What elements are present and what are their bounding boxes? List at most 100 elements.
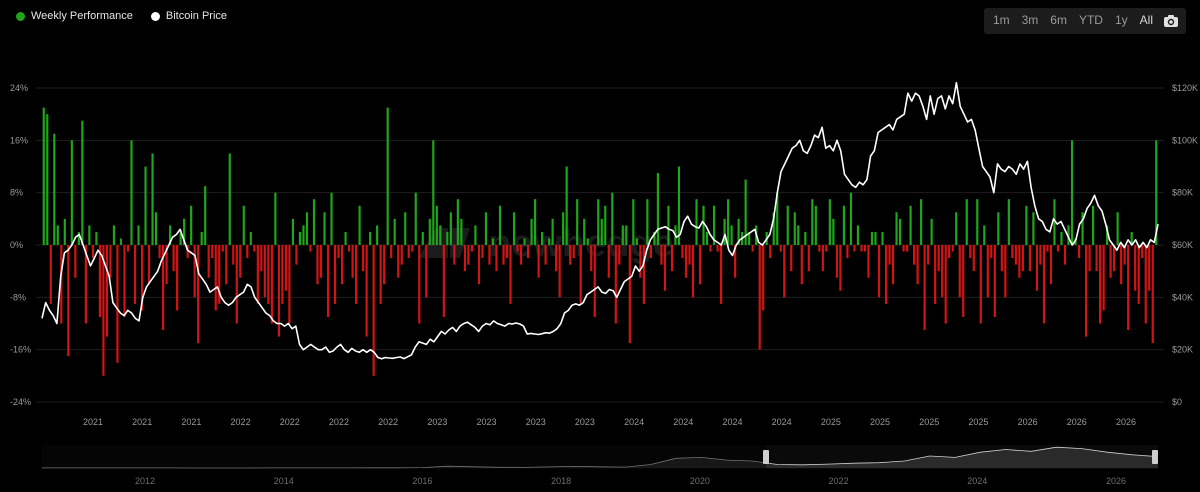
- weekly-bar[interactable]: [281, 245, 284, 304]
- weekly-bar[interactable]: [955, 212, 958, 245]
- weekly-bar[interactable]: [347, 245, 351, 252]
- weekly-bar[interactable]: [453, 245, 456, 265]
- weekly-bar[interactable]: [1127, 245, 1130, 331]
- weekly-bar[interactable]: [758, 245, 761, 350]
- weekly-bar[interactable]: [660, 245, 663, 265]
- weekly-bar[interactable]: [133, 245, 137, 304]
- weekly-bar[interactable]: [147, 245, 151, 285]
- weekly-bar[interactable]: [863, 245, 867, 252]
- weekly-bar[interactable]: [400, 245, 403, 265]
- weekly-bar[interactable]: [1039, 245, 1042, 265]
- weekly-bar[interactable]: [884, 245, 888, 304]
- weekly-bar[interactable]: [495, 245, 498, 272]
- weekly-bar[interactable]: [333, 245, 337, 304]
- navigator-right-handle[interactable]: [1152, 450, 1158, 464]
- weekly-bar[interactable]: [930, 218, 933, 245]
- weekly-bar[interactable]: [951, 245, 954, 252]
- weekly-bar[interactable]: [432, 140, 435, 245]
- weekly-bar[interactable]: [698, 245, 702, 285]
- weekly-bar[interactable]: [632, 199, 635, 245]
- weekly-bar[interactable]: [751, 245, 754, 252]
- weekly-bar[interactable]: [70, 140, 73, 245]
- weekly-bar[interactable]: [88, 225, 91, 246]
- weekly-bar[interactable]: [523, 238, 526, 245]
- weekly-bar[interactable]: [558, 245, 561, 298]
- weekly-bar[interactable]: [544, 245, 547, 265]
- weekly-bar[interactable]: [916, 245, 919, 285]
- weekly-bar[interactable]: [123, 245, 126, 317]
- weekly-bar[interactable]: [590, 245, 593, 272]
- weekly-bar[interactable]: [934, 245, 937, 304]
- weekly-bar[interactable]: [562, 212, 565, 245]
- weekly-bar[interactable]: [533, 199, 537, 245]
- weekly-bar[interactable]: [158, 245, 161, 259]
- weekly-bar[interactable]: [1151, 245, 1154, 344]
- weekly-bar[interactable]: [649, 245, 652, 259]
- weekly-bar[interactable]: [126, 245, 130, 252]
- weekly-bar[interactable]: [898, 218, 902, 245]
- weekly-bar[interactable]: [295, 245, 298, 265]
- weekly-bar[interactable]: [470, 245, 473, 252]
- weekly-bar[interactable]: [369, 231, 372, 245]
- weekly-bar[interactable]: [628, 245, 631, 344]
- weekly-bar[interactable]: [204, 186, 207, 246]
- weekly-bar[interactable]: [600, 218, 603, 245]
- weekly-bar[interactable]: [449, 212, 452, 245]
- weekly-bar[interactable]: [786, 205, 789, 245]
- weekly-bar[interactable]: [274, 192, 277, 245]
- weekly-bar[interactable]: [358, 205, 361, 245]
- weekly-bar[interactable]: [1025, 205, 1028, 245]
- weekly-bar[interactable]: [407, 245, 410, 259]
- weekly-bar[interactable]: [214, 245, 217, 311]
- weekly-bar[interactable]: [256, 245, 259, 304]
- weekly-bar[interactable]: [583, 218, 586, 245]
- weekly-bar[interactable]: [446, 231, 449, 245]
- weekly-bar[interactable]: [46, 114, 49, 245]
- weekly-bar[interactable]: [727, 199, 730, 245]
- chart-svg[interactable]: newhedge 24%16%8%0%-8%-16%-24% $120K$100…: [0, 0, 1200, 492]
- weekly-bar[interactable]: [263, 245, 266, 298]
- weekly-bar[interactable]: [176, 245, 179, 311]
- weekly-bar[interactable]: [91, 245, 94, 259]
- weekly-bar[interactable]: [228, 153, 231, 245]
- weekly-bar[interactable]: [874, 231, 877, 245]
- weekly-bar[interactable]: [895, 212, 898, 245]
- weekly-bar[interactable]: [853, 245, 856, 252]
- weekly-bar[interactable]: [95, 231, 98, 245]
- weekly-bar[interactable]: [986, 245, 989, 298]
- weekly-bar[interactable]: [941, 245, 944, 298]
- weekly-bar[interactable]: [1060, 231, 1063, 245]
- weekly-bar[interactable]: [49, 245, 52, 304]
- weekly-bar[interactable]: [516, 245, 519, 252]
- weekly-bar[interactable]: [112, 225, 116, 246]
- weekly-bar[interactable]: [684, 245, 688, 278]
- weekly-bar[interactable]: [116, 245, 119, 363]
- weekly-bar[interactable]: [484, 212, 488, 245]
- weekly-bar[interactable]: [818, 245, 821, 252]
- weekly-bar[interactable]: [1004, 245, 1007, 298]
- weekly-bar[interactable]: [1028, 245, 1031, 272]
- weekly-bar[interactable]: [913, 245, 916, 265]
- weekly-bar[interactable]: [688, 245, 691, 265]
- weekly-bar[interactable]: [1063, 245, 1067, 265]
- weekly-bar[interactable]: [211, 245, 214, 259]
- weekly-bar[interactable]: [232, 245, 235, 265]
- weekly-bar[interactable]: [821, 245, 824, 272]
- weekly-bar[interactable]: [569, 245, 572, 265]
- weekly-bar[interactable]: [888, 245, 891, 265]
- weekly-bar[interactable]: [1056, 245, 1060, 252]
- weekly-bar[interactable]: [467, 245, 470, 265]
- weekly-bar[interactable]: [474, 225, 477, 246]
- weekly-bar[interactable]: [849, 192, 853, 245]
- weekly-bar[interactable]: [604, 205, 607, 245]
- weekly-bar[interactable]: [298, 231, 302, 245]
- weekly-bar[interactable]: [376, 225, 379, 246]
- weekly-bar[interactable]: [288, 245, 291, 324]
- weekly-bar[interactable]: [267, 245, 270, 304]
- weekly-bar[interactable]: [1116, 212, 1119, 245]
- weekly-bar[interactable]: [811, 199, 814, 245]
- weekly-bar[interactable]: [439, 225, 442, 246]
- weekly-bar[interactable]: [463, 245, 466, 272]
- weekly-bar[interactable]: [565, 166, 568, 246]
- weekly-bar[interactable]: [663, 245, 667, 291]
